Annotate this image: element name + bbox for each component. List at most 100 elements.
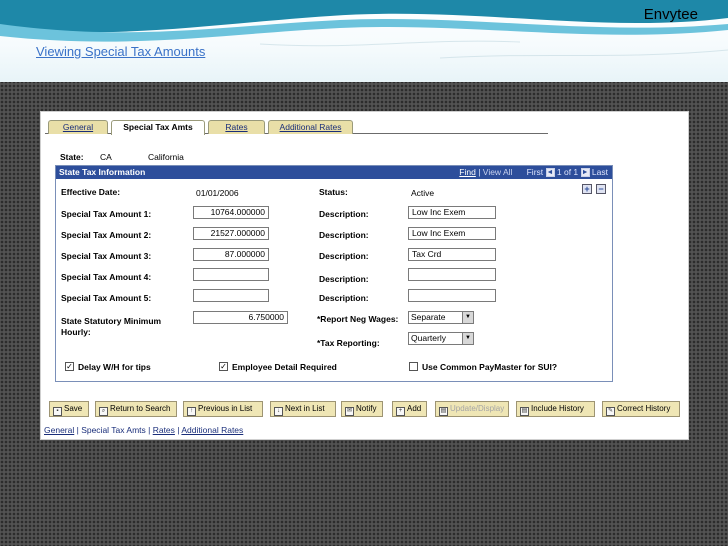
special-tax-amount-2-input[interactable]: 21527.000000 [193,227,269,240]
report-neg-wages-label: *Report Neg Wages: [317,314,399,324]
state-code: CA [100,152,112,162]
state-label: State: [60,152,84,162]
description-5-input[interactable] [408,289,496,302]
effective-date-label: Effective Date: [61,187,121,197]
effective-date-value: 01/01/2006 [196,188,239,198]
delay-wh-tips-label: Delay W/H for tips [78,362,151,372]
delay-wh-tips-checkbox[interactable]: ✓ [65,362,74,371]
include-history-label: Include History [531,404,584,413]
brand-name: Envytee [643,6,698,23]
next-in-list-button[interactable]: ↓ Next in List [270,401,336,417]
return-to-search-label: Return to Search [110,404,171,413]
grid-header: State Tax Information Find | View All Fi… [56,166,612,179]
link-special-tax-amts: Special Tax Amts [81,425,146,435]
update-icon: ▤ [439,407,448,416]
tab-additional-rates[interactable]: Additional Rates [268,120,353,134]
state-statutory-minimum-label: State Statutory Minimum Hourly: [61,316,162,337]
last-label[interactable]: Last [592,167,608,177]
save-button[interactable]: ▪ Save [49,401,89,417]
previous-in-list-label: Previous in List [198,404,253,413]
add-row-icon[interactable]: + [582,184,592,194]
special-tax-amount-4-input[interactable] [193,268,269,281]
employee-detail-required-checkbox[interactable]: ✓ [219,362,228,371]
bottom-page-links: General | Special Tax Amts | Rates | Add… [44,425,243,435]
notify-button[interactable]: ✉ Notify [341,401,383,417]
description-1-input[interactable]: Low Inc Exem [408,206,496,219]
notify-label: Notify [356,404,377,413]
link-general[interactable]: General [44,425,74,435]
tax-reporting-label: *Tax Reporting: [317,338,380,348]
description-5-label: Description: [319,293,369,303]
grid-navigation: Find | View All First ◄ 1 of 1 ► Last [459,166,608,179]
tab-bar: General Special Tax Amts Rates Additiona… [45,120,548,135]
report-neg-wages-value: Separate [411,312,446,322]
special-tax-amount-5-label: Special Tax Amount 5: [61,293,152,303]
tab-general[interactable]: General [48,120,108,134]
report-neg-wages-select[interactable]: Separate ▼ [408,311,474,324]
description-3-label: Description: [319,251,369,261]
row-count: 1 of 1 [556,167,579,177]
update-display-button[interactable]: ▤ Update/Display [435,401,509,417]
up-arrow-icon: ↑ [187,407,196,416]
status-value: Active [411,188,435,198]
add-icon: + [396,407,405,416]
correct-history-button[interactable]: ✎ Correct History [602,401,680,417]
link-additional-rates[interactable]: Additional Rates [181,425,243,435]
state-name: California [148,152,184,162]
grid-title: State Tax Information [59,167,146,177]
tax-reporting-select[interactable]: Quarterly ▼ [408,332,474,345]
include-history-button[interactable]: ▤ Include History [516,401,595,417]
update-display-label: Update/Display [450,404,505,413]
first-label[interactable]: First [527,167,544,177]
delete-row-icon[interactable]: − [596,184,606,194]
nav-gap [515,167,524,177]
state-tax-grid: State Tax Information Find | View All Fi… [55,165,613,382]
down-arrow-icon: ↓ [274,407,283,416]
correct-history-icon: ✎ [606,407,615,416]
description-4-label: Description: [319,274,369,284]
description-2-input[interactable]: Low Inc Exem [408,227,496,240]
special-tax-amount-1-input[interactable]: 10764.000000 [193,206,269,219]
correct-history-label: Correct History [617,404,671,413]
employee-detail-required-label: Employee Detail Required [232,362,337,372]
history-icon: ▤ [520,407,529,416]
add-button[interactable]: + Add [392,401,427,417]
next-row-icon[interactable]: ► [580,168,590,178]
link-separator: | [145,425,153,435]
status-label: Status: [319,187,348,197]
return-to-search-button[interactable]: ⌕ Return to Search [95,401,177,417]
description-1-label: Description: [319,209,369,219]
state-statutory-minimum-input[interactable]: 6.750000 [193,311,288,324]
description-2-label: Description: [319,230,369,240]
special-tax-amount-1-label: Special Tax Amount 1: [61,209,152,219]
previous-in-list-button[interactable]: ↑ Previous in List [183,401,263,417]
save-icon: ▪ [53,407,62,416]
common-paymaster-label: Use Common PayMaster for SUI? [422,362,558,372]
special-tax-amount-2-label: Special Tax Amount 2: [61,230,152,240]
app-panel: General Special Tax Amts Rates Additiona… [40,111,689,440]
tax-reporting-value: Quarterly [411,333,446,343]
search-icon: ⌕ [99,407,108,416]
view-all-link[interactable]: View All [483,167,513,177]
header-wave-decoration [0,0,728,59]
previous-row-icon[interactable]: ◄ [545,168,555,178]
envelope-icon: ✉ [345,407,354,416]
add-label: Add [407,404,422,413]
special-tax-amount-4-label: Special Tax Amount 4: [61,272,152,282]
save-label: Save [64,404,83,413]
link-rates[interactable]: Rates [153,425,175,435]
tab-rates[interactable]: Rates [208,120,265,134]
chevron-down-icon[interactable]: ▼ [462,312,473,323]
next-in-list-label: Next in List [285,404,325,413]
common-paymaster-checkbox[interactable] [409,362,418,371]
special-tax-amount-3-input[interactable]: 87.000000 [193,248,269,261]
slide-title: Viewing Special Tax Amounts [36,44,206,59]
slide-header: Envytee Viewing Special Tax Amounts [0,0,728,82]
tab-special-tax-amts[interactable]: Special Tax Amts [111,120,205,135]
special-tax-amount-5-input[interactable] [193,289,269,302]
find-link[interactable]: Find [459,167,476,177]
description-3-input[interactable]: Tax Crd [408,248,496,261]
description-4-input[interactable] [408,268,496,281]
chevron-down-icon[interactable]: ▼ [462,333,473,344]
special-tax-amount-3-label: Special Tax Amount 3: [61,251,152,261]
